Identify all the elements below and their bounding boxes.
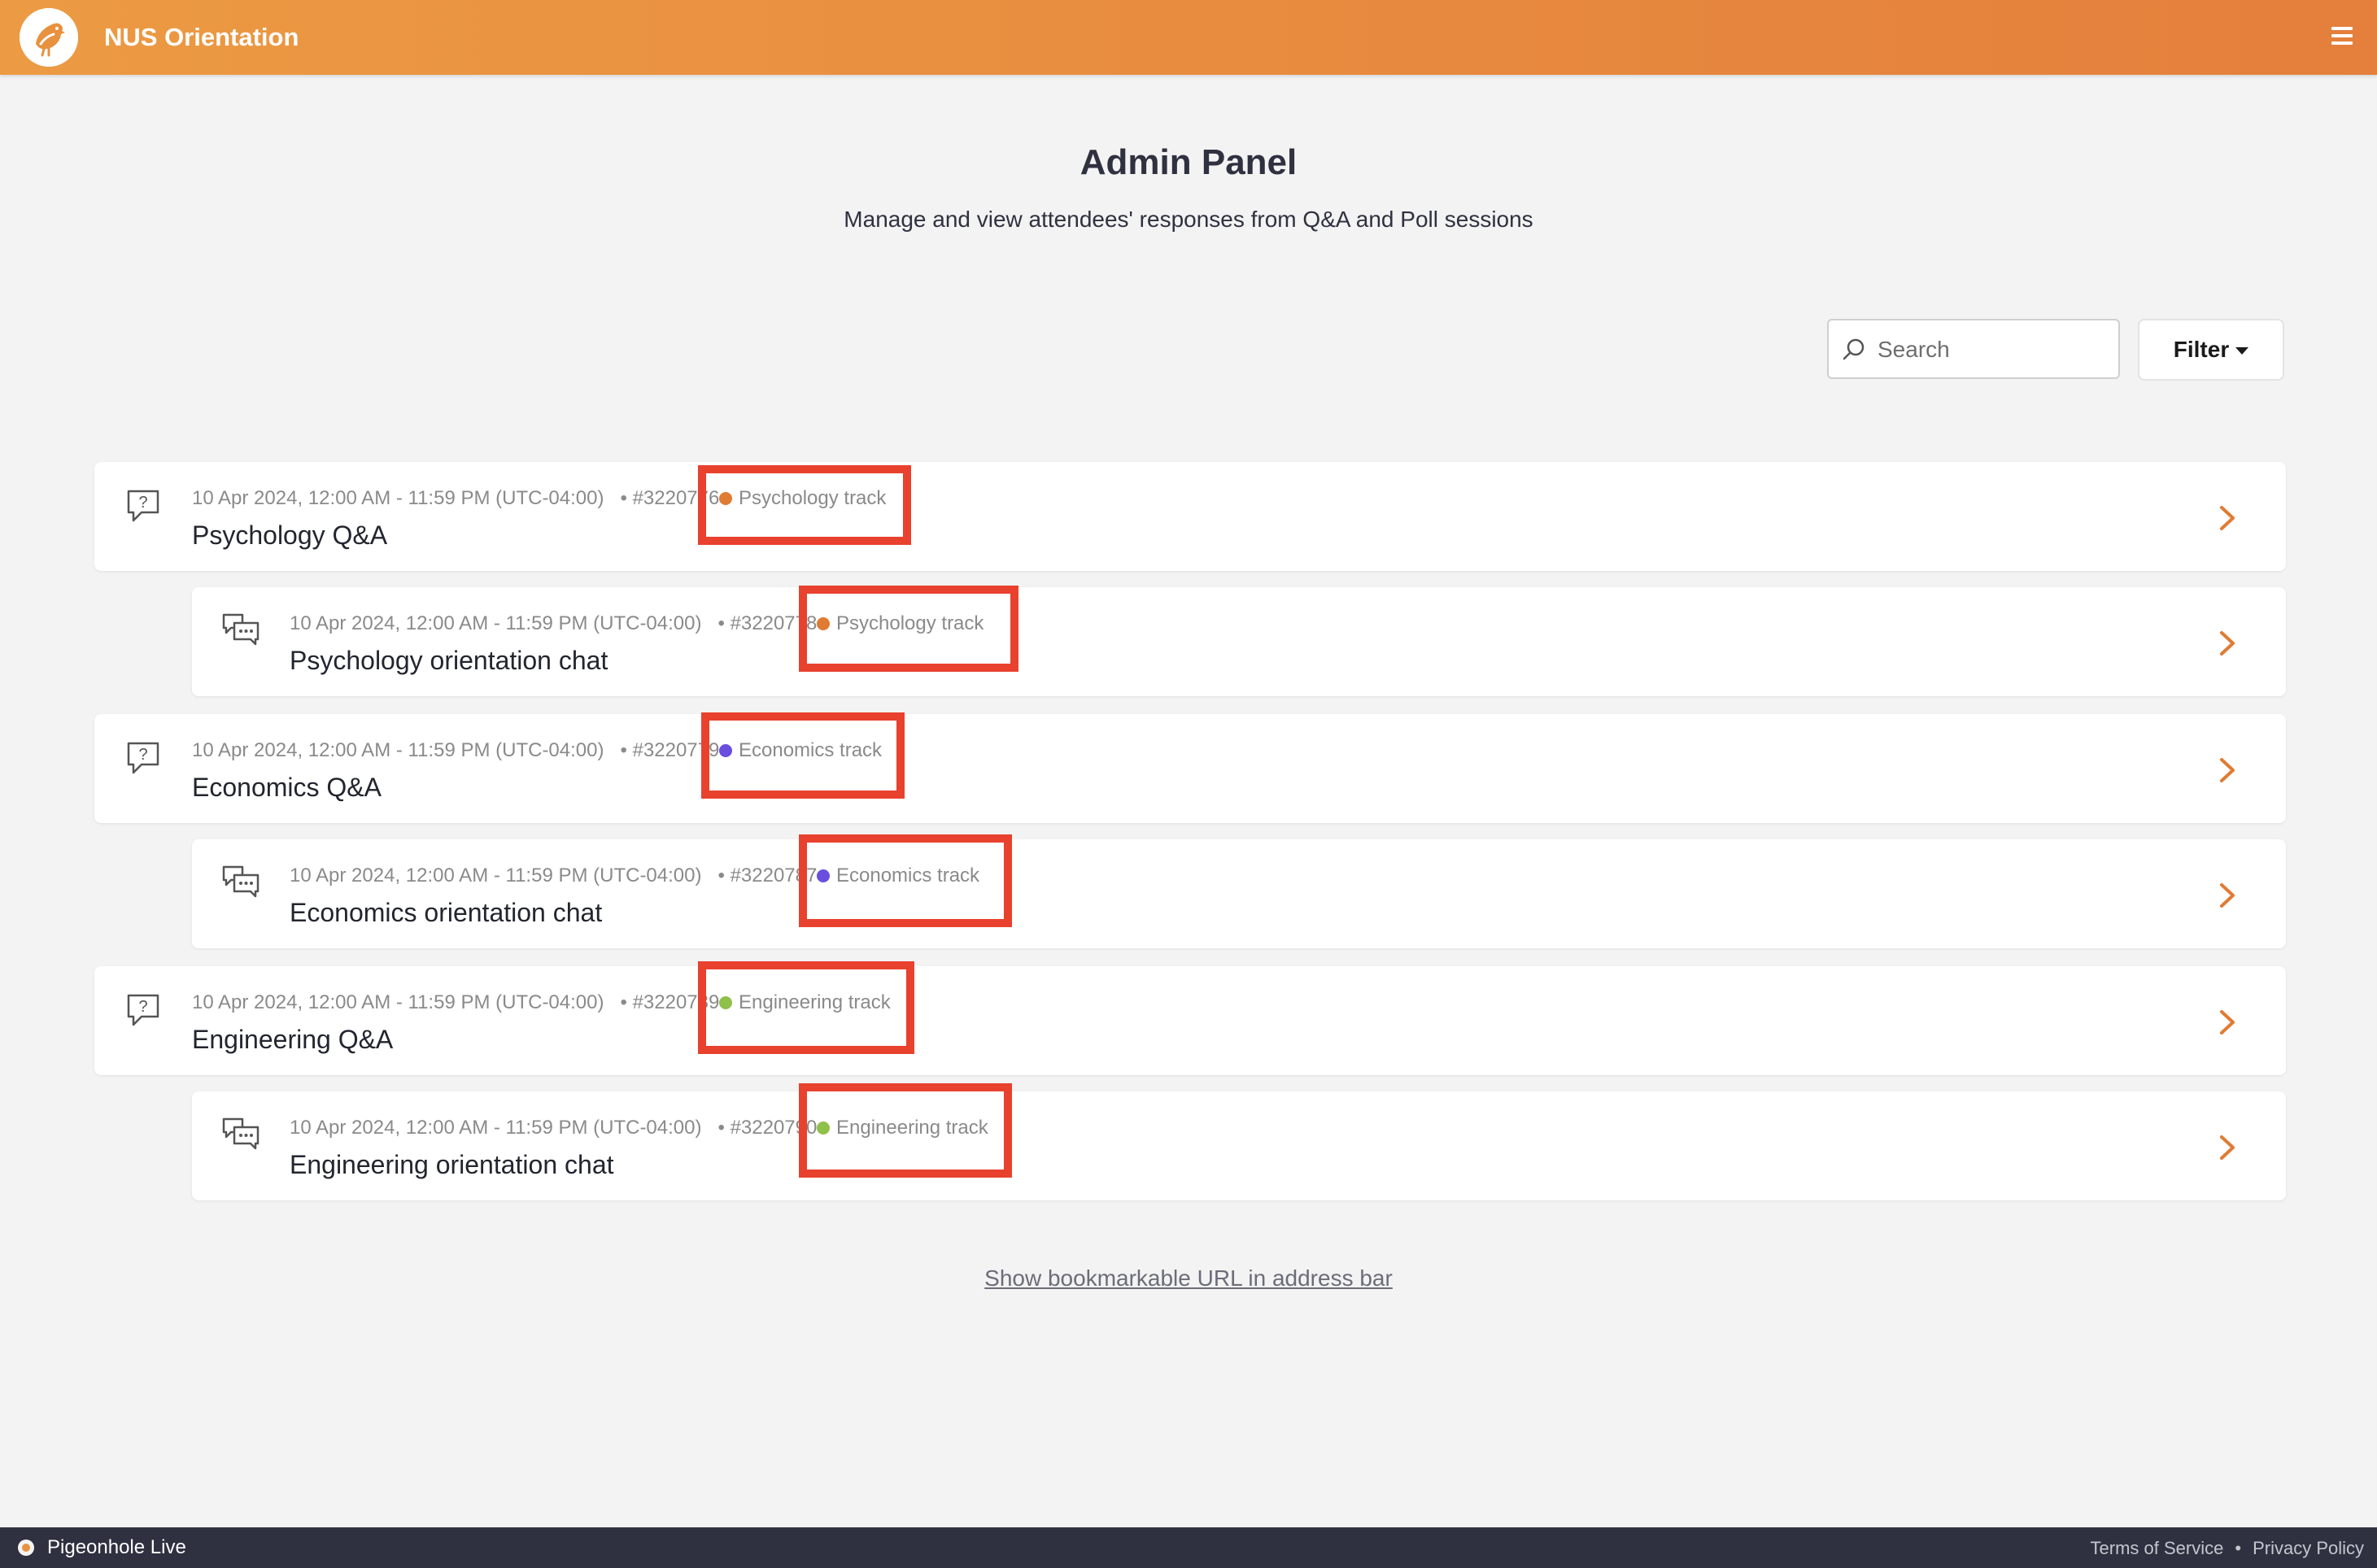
highlight-box (698, 465, 911, 545)
chevron-right-icon[interactable] (2218, 882, 2237, 909)
app-title: NUS Orientation (104, 23, 299, 51)
svg-text:?: ? (138, 998, 147, 1016)
session-name: Economics orientation chat (290, 898, 603, 927)
chevron-right-icon[interactable] (2218, 504, 2237, 532)
chevron-right-icon[interactable] (2218, 1134, 2237, 1161)
session-datetime: 10 Apr 2024, 12:00 AM - 11:59 PM (UTC-04… (192, 991, 604, 1013)
session-meta: 10 Apr 2024, 12:00 AM - 11:59 PM (UTC-04… (290, 612, 817, 636)
session-meta: 10 Apr 2024, 12:00 AM - 11:59 PM (UTC-04… (290, 864, 817, 888)
chevron-right-icon[interactable] (2218, 629, 2237, 657)
search-icon (1843, 338, 1865, 360)
session-name: Psychology orientation chat (290, 646, 608, 675)
search-input[interactable] (1876, 332, 2115, 368)
chat-bubbles-icon (222, 865, 260, 898)
pigeon-logo-icon[interactable] (20, 8, 78, 67)
chat-bubbles-icon (222, 613, 260, 646)
session-datetime: 10 Apr 2024, 12:00 AM - 11:59 PM (UTC-04… (290, 1117, 702, 1139)
session-name: Psychology Q&A (192, 520, 388, 550)
filter-button-label: Filter (2173, 337, 2230, 362)
footer-brand[interactable]: Pigeonhole Live (47, 1535, 186, 1560)
svg-text:?: ? (138, 494, 147, 512)
qa-bubble-icon: ? (127, 490, 159, 522)
caret-down-icon (2235, 347, 2249, 355)
filter-button[interactable]: Filter (2138, 319, 2284, 381)
session-name: Engineering Q&A (192, 1025, 394, 1054)
session-name: Economics Q&A (192, 773, 382, 802)
bookmarkable-url-link[interactable]: Show bookmarkable URL in address bar (984, 1265, 1393, 1291)
session-meta: 10 Apr 2024, 12:00 AM - 11:59 PM (UTC-04… (192, 486, 719, 511)
session-card[interactable]: ? 10 Apr 2024, 12:00 AM - 11:59 PM (UTC-… (94, 462, 2286, 571)
chevron-right-icon[interactable] (2218, 756, 2237, 784)
session-card[interactable]: ? 10 Apr 2024, 12:00 AM - 11:59 PM (UTC-… (94, 966, 2286, 1075)
footer: Pigeonhole Live Terms of Service • Privacy… (0, 1527, 2377, 1568)
highlight-box (698, 961, 914, 1054)
session-card[interactable]: 10 Apr 2024, 12:00 AM - 11:59 PM (UTC-04… (192, 1091, 2286, 1200)
chat-bubbles-icon (222, 1117, 260, 1150)
pigeonhole-logo-icon (18, 1540, 34, 1556)
session-card[interactable]: 10 Apr 2024, 12:00 AM - 11:59 PM (UTC-04… (192, 839, 2286, 948)
privacy-policy-link[interactable]: Privacy Policy (2253, 1538, 2364, 1558)
bookmark-link-row: Show bookmarkable URL in address bar (0, 1265, 2377, 1291)
page-title: Admin Panel (1079, 142, 1298, 182)
highlight-box (799, 586, 1018, 672)
session-card[interactable]: ? 10 Apr 2024, 12:00 AM - 11:59 PM (UTC-… (94, 714, 2286, 823)
page-subtitle: Manage and view attendees' responses fro… (844, 207, 1533, 232)
session-datetime: 10 Apr 2024, 12:00 AM - 11:59 PM (UTC-04… (290, 865, 702, 886)
highlight-box (701, 712, 905, 799)
session-datetime: 10 Apr 2024, 12:00 AM - 11:59 PM (UTC-04… (192, 739, 604, 761)
footer-links: Terms of Service • Privacy Policy (2091, 1537, 2364, 1560)
session-meta: 10 Apr 2024, 12:00 AM - 11:59 PM (UTC-04… (290, 1116, 817, 1140)
hamburger-menu-icon[interactable] (2331, 23, 2353, 52)
session-datetime: 10 Apr 2024, 12:00 AM - 11:59 PM (UTC-04… (192, 487, 604, 509)
highlight-box (799, 834, 1012, 927)
session-name: Engineering orientation chat (290, 1150, 614, 1179)
qa-bubble-icon: ? (127, 742, 159, 774)
session-card[interactable]: 10 Apr 2024, 12:00 AM - 11:59 PM (UTC-04… (192, 587, 2286, 696)
session-meta: 10 Apr 2024, 12:00 AM - 11:59 PM (UTC-04… (192, 738, 719, 763)
top-bar: NUS Orientation (0, 0, 2377, 75)
highlight-box (799, 1083, 1012, 1178)
session-datetime: 10 Apr 2024, 12:00 AM - 11:59 PM (UTC-04… (290, 612, 702, 634)
svg-text:?: ? (138, 746, 147, 764)
search-box[interactable] (1827, 319, 2120, 379)
chevron-right-icon[interactable] (2218, 1008, 2237, 1036)
terms-of-service-link[interactable]: Terms of Service (2091, 1538, 2224, 1558)
session-meta: 10 Apr 2024, 12:00 AM - 11:59 PM (UTC-04… (192, 991, 719, 1015)
footer-separator: • (2235, 1538, 2242, 1558)
qa-bubble-icon: ? (127, 994, 159, 1026)
